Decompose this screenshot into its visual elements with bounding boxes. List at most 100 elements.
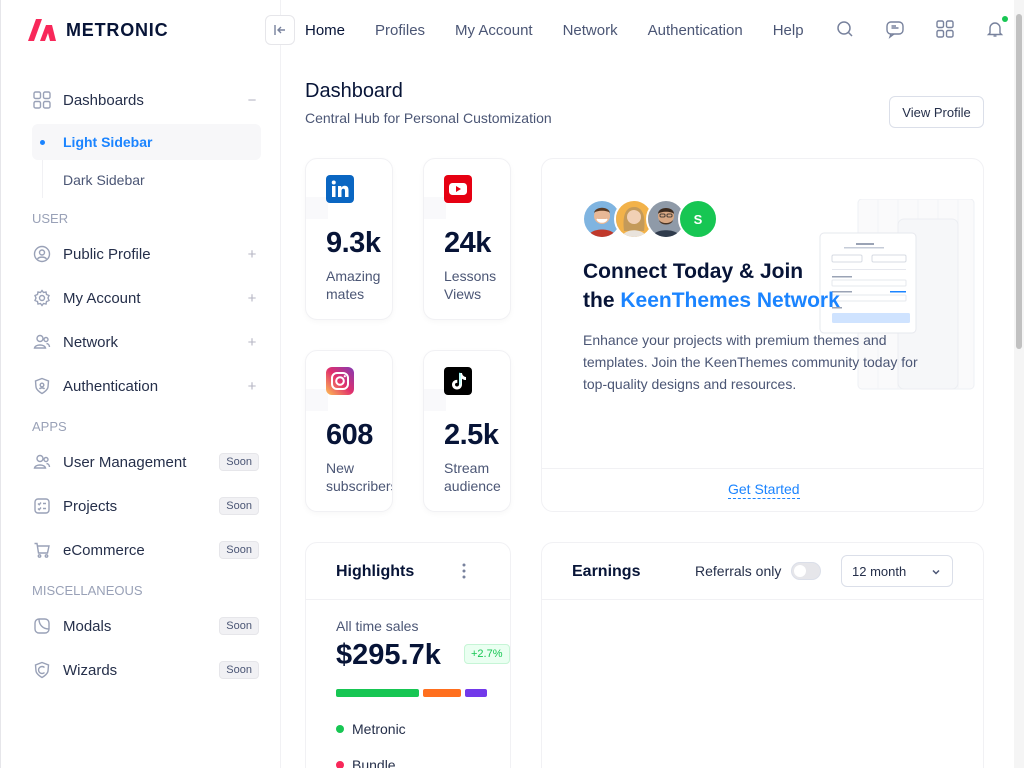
- instagram-icon: [326, 367, 354, 395]
- stat-label: New subscribers: [326, 460, 393, 494]
- sidebar-subitem-light-sidebar[interactable]: Light Sidebar: [32, 124, 261, 160]
- chat-icon[interactable]: [884, 18, 906, 40]
- stat-value: 608: [326, 419, 373, 451]
- avatar-group: S: [582, 199, 718, 239]
- sidebar-item-public-profile[interactable]: Public Profile +: [1, 232, 281, 276]
- stat-card-linkedin: 9.3k Amazing mates: [305, 158, 393, 320]
- dots-vertical-icon[interactable]: [462, 563, 466, 584]
- stat-label: Stream audience: [444, 460, 501, 494]
- profile-circle-icon: [32, 244, 52, 264]
- nav-item-home[interactable]: Home: [305, 22, 345, 39]
- nav-item-help[interactable]: Help: [773, 22, 804, 39]
- earnings-card: Earnings Referrals only 12 month: [541, 542, 984, 768]
- sidebar-subitem-label: Light Sidebar: [63, 134, 153, 150]
- expand-plus-icon[interactable]: +: [245, 290, 259, 307]
- sidebar-menu: Dashboards − Light Sidebar Dark Sidebar …: [1, 78, 281, 692]
- scrollbar-thumb[interactable]: [1016, 14, 1022, 349]
- checklist-icon: [32, 496, 52, 516]
- bell-icon[interactable]: [984, 16, 1008, 40]
- collapse-toggle-icon[interactable]: −: [245, 92, 259, 109]
- soon-badge: Soon: [219, 541, 259, 559]
- shield-icon: [32, 376, 52, 396]
- all-time-sales-value: $295.7k: [336, 639, 441, 671]
- legend-label: Bundle: [352, 757, 396, 768]
- users-icon: [32, 332, 52, 352]
- stat-card-instagram: 608 New subscribers: [305, 350, 393, 512]
- metronic-logo-icon: [28, 19, 56, 41]
- earnings-title: Earnings: [572, 563, 641, 580]
- dashboard-grid-icon: [32, 90, 52, 110]
- sidebar-item-wizards[interactable]: Wizards Soon: [1, 648, 281, 692]
- referrals-label: Referrals only: [695, 563, 782, 579]
- avatar-letter[interactable]: S: [678, 199, 718, 239]
- sidebar-item-authentication[interactable]: Authentication +: [1, 364, 281, 408]
- page-subtitle: Central Hub for Personal Customization: [305, 110, 552, 126]
- sidebar-item-label: Projects: [63, 497, 118, 515]
- expand-plus-icon[interactable]: +: [245, 334, 259, 351]
- get-started-link[interactable]: Get Started: [728, 481, 800, 499]
- connect-title: Connect Today & Join the KeenThemes Netw…: [583, 257, 840, 315]
- sidebar-item-label: User Management: [63, 453, 187, 471]
- sidebar-item-modals[interactable]: Modals Soon: [1, 604, 281, 648]
- apps-icon[interactable]: [934, 18, 956, 40]
- sidebar-item-my-account[interactable]: My Account +: [1, 276, 281, 320]
- breakdown-segment: [423, 689, 461, 697]
- sidebar-item-network[interactable]: Network +: [1, 320, 281, 364]
- notification-dot: [1002, 16, 1008, 22]
- sidebar-subitem-dark-sidebar[interactable]: Dark Sidebar: [32, 162, 261, 198]
- sidebar-collapse-button[interactable]: [265, 15, 295, 45]
- nav-item-authentication[interactable]: Authentication: [648, 22, 743, 39]
- soon-badge: Soon: [219, 661, 259, 679]
- legend-label: Metronic: [352, 721, 406, 737]
- stat-label: Lessons Views: [444, 268, 497, 302]
- connect-title-highlight: KeenThemes Network: [620, 289, 840, 312]
- stat-card-tiktok: 2.5k Stream audience: [423, 350, 511, 512]
- stat-label: Amazing mates: [326, 268, 381, 302]
- soon-badge: Soon: [219, 617, 259, 635]
- page-title: Dashboard: [305, 80, 403, 102]
- legend-item-metronic: Metronic: [336, 721, 406, 737]
- sidebar-item-projects[interactable]: Projects Soon: [1, 484, 281, 528]
- nav-item-network[interactable]: Network: [563, 22, 618, 39]
- topbar: Home Profiles My Account Network Authent…: [282, 0, 1024, 60]
- tiktok-icon: [444, 367, 472, 395]
- logo[interactable]: METRONIC: [26, 17, 168, 43]
- legend-dot: [336, 725, 344, 733]
- sidebar-item-label: Network: [63, 333, 119, 351]
- search-icon[interactable]: [834, 18, 856, 40]
- soon-badge: Soon: [219, 453, 259, 471]
- topbar-actions: [834, 16, 1008, 40]
- connect-title-line2: the KeenThemes Network: [583, 286, 840, 315]
- expand-plus-icon[interactable]: +: [245, 378, 259, 395]
- card-header: Highlights: [306, 543, 510, 600]
- nav-item-my-account[interactable]: My Account: [455, 22, 533, 39]
- sidebar-item-ecommerce[interactable]: eCommerce Soon: [1, 528, 281, 572]
- breakdown-segment: [465, 689, 487, 697]
- youtube-icon: [444, 175, 472, 203]
- referrals-toggle[interactable]: [791, 562, 821, 580]
- sidebar-item-label: Public Profile: [63, 245, 151, 263]
- card-decor: [424, 197, 446, 219]
- connect-card: S Connect Today & Join the KeenThemes Ne…: [541, 158, 984, 512]
- page-scrollbar[interactable]: [1014, 0, 1024, 768]
- card-decor: [306, 389, 328, 411]
- sidebar-item-dashboards[interactable]: Dashboards −: [1, 78, 281, 122]
- sidebar: METRONIC Dashboards − Light Sidebar Dark…: [0, 0, 281, 768]
- view-profile-button[interactable]: View Profile: [889, 96, 984, 128]
- sidebar-item-user-management[interactable]: User Management Soon: [1, 440, 281, 484]
- card-decor: [306, 197, 328, 219]
- sidebar-heading-user: USER: [32, 210, 69, 226]
- nav-item-profiles[interactable]: Profiles: [375, 22, 425, 39]
- linkedin-icon: [326, 175, 354, 203]
- highlights-title: Highlights: [336, 563, 415, 580]
- sidebar-subitem-label: Dark Sidebar: [63, 172, 145, 188]
- connect-title-prefix: the: [583, 289, 621, 312]
- expand-plus-icon[interactable]: +: [245, 246, 259, 263]
- period-select[interactable]: 12 month: [841, 555, 953, 587]
- breakdown-segment: [336, 689, 419, 697]
- stat-value: 2.5k: [444, 419, 499, 451]
- stat-value: 24k: [444, 227, 491, 259]
- top-nav: Home Profiles My Account Network Authent…: [305, 0, 804, 60]
- stat-value: 9.3k: [326, 227, 381, 259]
- sidebar-item-label: eCommerce: [63, 541, 145, 559]
